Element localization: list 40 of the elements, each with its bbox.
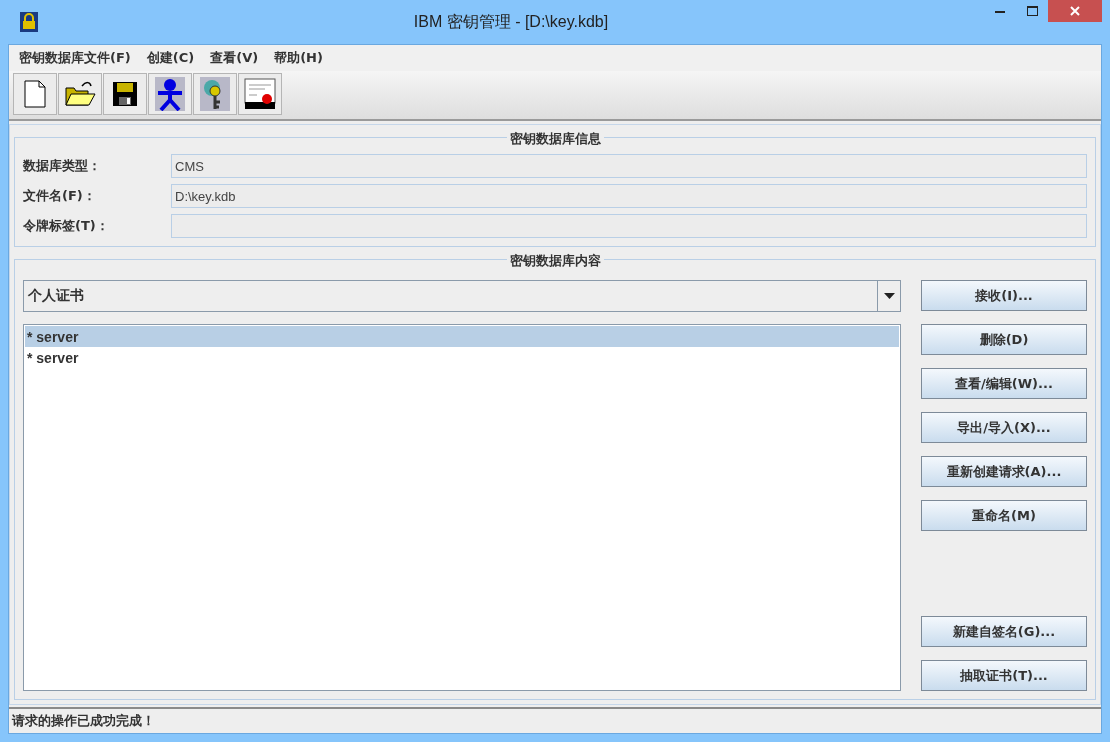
toolbar-button[interactable]: [238, 73, 282, 115]
field-label: 文件名(F)：: [23, 187, 97, 205]
input-field[interactable]: CMS: [171, 154, 1087, 178]
input-field[interactable]: D:\key.kdb: [171, 184, 1087, 208]
menu-item[interactable]: 创建(C): [146, 49, 195, 67]
certificate-icon: [244, 78, 276, 110]
window-title: IBM 密钥管理 - [D:\key.kdb]: [412, 11, 610, 32]
section-title: 密钥数据库内容: [506, 252, 604, 270]
padlock-app-icon: [20, 12, 38, 32]
menu-item[interactable]: 密钥数据库文件(F): [19, 49, 131, 67]
action-button[interactable]: 新建自签名(G)...: [921, 616, 1087, 647]
action-button[interactable]: 重新创建请求(A)...: [921, 456, 1087, 487]
menu-item[interactable]: 查看(V): [210, 49, 259, 67]
menu-item[interactable]: 帮助(H): [274, 49, 323, 67]
toolbar-button[interactable]: [58, 73, 102, 115]
field-label: 数据库类型：: [23, 157, 102, 175]
list-item[interactable]: * server: [25, 326, 899, 347]
action-button[interactable]: 重命名(M): [921, 500, 1087, 531]
list-item[interactable]: * server: [25, 347, 899, 368]
blank-page-icon: [23, 80, 47, 108]
person-icon: [155, 77, 185, 111]
field-label: 令牌标签(T)：: [23, 217, 110, 235]
key-icon: [200, 77, 230, 111]
action-button[interactable]: 查看/编辑(W)...: [921, 368, 1087, 399]
action-button[interactable]: 导出/导入(X)...: [921, 412, 1087, 443]
action-button[interactable]: 接收(I)...: [921, 280, 1087, 311]
folder-icon: [64, 80, 96, 108]
minimize-icon: [995, 9, 1005, 13]
maximize-icon: [1026, 6, 1038, 16]
action-button[interactable]: 删除(D): [921, 324, 1087, 355]
close-icon: [1070, 6, 1080, 16]
action-button[interactable]: 抽取证书(T)...: [921, 660, 1087, 691]
input-field[interactable]: [171, 214, 1087, 238]
toolbar-button[interactable]: [103, 73, 147, 115]
certificate-type-dropdown[interactable]: 个人证书: [23, 280, 901, 312]
caret-icon: [883, 293, 895, 299]
close-button[interactable]: [1048, 0, 1102, 22]
toolbar-button[interactable]: [148, 73, 192, 115]
toolbar-button[interactable]: [193, 73, 237, 115]
section-title: 密钥数据库信息: [506, 130, 604, 148]
